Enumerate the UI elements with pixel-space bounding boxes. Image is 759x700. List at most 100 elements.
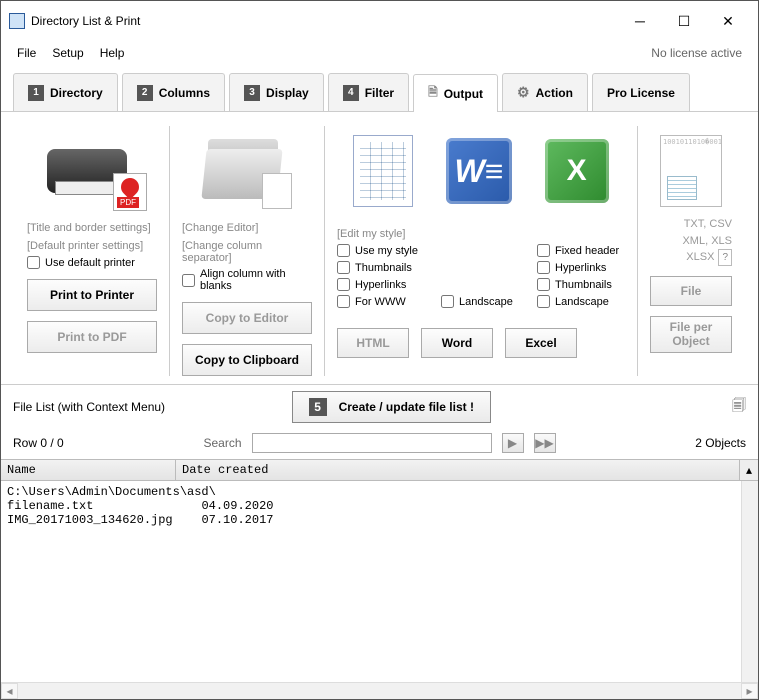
- search-last-button[interactable]: ▶▶: [534, 433, 556, 453]
- tab-label: Directory: [50, 86, 103, 100]
- checkbox[interactable]: [337, 278, 350, 291]
- menu-file[interactable]: File: [9, 43, 44, 63]
- txt-csv-label: TXT, CSV: [682, 216, 732, 233]
- use-default-printer-checkbox[interactable]: Use default printer: [27, 256, 135, 269]
- hyperlinks-checkbox[interactable]: Hyperlinks: [337, 278, 429, 291]
- tab-output[interactable]: 🗎 Output: [413, 74, 498, 112]
- license-status: No license active: [651, 46, 750, 60]
- print-section: [Title and border settings] [Default pri…: [15, 126, 170, 376]
- print-to-printer-button[interactable]: Print to Printer: [27, 279, 157, 311]
- menu-setup[interactable]: Setup: [44, 43, 91, 63]
- file-row[interactable]: filename.txt 04.09.2020: [7, 499, 752, 513]
- tab-number: 1: [28, 85, 44, 101]
- excel-hyperlinks-checkbox[interactable]: Hyperlinks: [537, 261, 625, 274]
- maximize-button[interactable]: ☐: [662, 7, 706, 35]
- checkbox[interactable]: [337, 295, 350, 308]
- checkbox[interactable]: [337, 261, 350, 274]
- folder-icon: [182, 126, 312, 216]
- tab-label: Output: [444, 87, 483, 101]
- export-section: W≡ X [Edit my style] Use my style Thumbn…: [325, 126, 638, 376]
- file-list-label: File List (with Context Menu): [13, 400, 165, 414]
- copy-to-editor-button[interactable]: Copy to Editor: [182, 302, 312, 334]
- checkbox[interactable]: [441, 295, 454, 308]
- column-name[interactable]: Name: [1, 460, 176, 480]
- file-row[interactable]: IMG_20171003_134620.jpg 07.10.2017: [7, 513, 752, 527]
- minimize-button[interactable]: ─: [618, 7, 662, 35]
- excel-button[interactable]: Excel: [505, 328, 577, 358]
- tab-label: Pro License: [607, 86, 675, 100]
- window-title: Directory List & Print: [31, 14, 140, 28]
- checkbox[interactable]: [182, 274, 195, 287]
- landscape-excel-checkbox[interactable]: Landscape: [537, 295, 625, 308]
- file-section: TXT, CSV XML, XLS XLSX? File File per Ob…: [638, 126, 744, 376]
- printer-icon: [27, 126, 157, 216]
- horizontal-scrollbar[interactable]: ◂ ▸: [1, 682, 758, 699]
- export-icons: W≡ X: [337, 126, 625, 216]
- copy-to-clipboard-button[interactable]: Copy to Clipboard: [182, 344, 312, 376]
- gear-icon: ⚙: [517, 84, 530, 101]
- use-my-style-checkbox[interactable]: Use my style: [337, 244, 429, 257]
- html-button[interactable]: HTML: [337, 328, 409, 358]
- tab-number: 3: [244, 85, 260, 101]
- title-settings-link[interactable]: [Title and border settings]: [27, 222, 151, 234]
- print-to-pdf-button[interactable]: Print to PDF: [27, 321, 157, 353]
- edit-style-link[interactable]: [Edit my style]: [337, 228, 429, 240]
- landscape-word-checkbox[interactable]: Landscape: [441, 295, 525, 308]
- object-count: 2 Objects: [695, 436, 746, 450]
- checkbox[interactable]: [537, 295, 550, 308]
- create-update-button[interactable]: 5 Create / update file list !: [292, 391, 491, 423]
- menu-help[interactable]: Help: [92, 43, 133, 63]
- tab-pro-license[interactable]: Pro License: [592, 73, 690, 111]
- thumbnails-checkbox[interactable]: Thumbnails: [337, 261, 429, 274]
- checkbox-label: Align column with blanks: [200, 268, 312, 292]
- button-label: Create / update file list !: [339, 400, 474, 414]
- status-bar: Row 0 / 0 Search ▶ ▶▶ 2 Objects: [1, 429, 758, 459]
- tab-label: Action: [536, 86, 573, 100]
- search-next-button[interactable]: ▶: [502, 433, 524, 453]
- row-counter: Row 0 / 0: [13, 436, 64, 450]
- tab-filter[interactable]: 4 Filter: [328, 73, 409, 111]
- scroll-right-button[interactable]: ▸: [741, 683, 758, 699]
- format-labels: TXT, CSV XML, XLS XLSX?: [682, 216, 732, 266]
- file-list[interactable]: C:\Users\Admin\Documents\asd\ filename.t…: [1, 481, 758, 682]
- checkbox[interactable]: [27, 256, 40, 269]
- tab-label: Filter: [365, 86, 394, 100]
- excel-icon: X: [545, 139, 609, 203]
- tab-directory[interactable]: 1 Directory: [13, 73, 118, 111]
- fixed-header-checkbox[interactable]: Fixed header: [537, 244, 625, 257]
- tab-action[interactable]: ⚙ Action: [502, 73, 588, 111]
- output-panel: [Title and border settings] [Default pri…: [1, 112, 758, 385]
- default-printer-link[interactable]: [Default printer settings]: [27, 240, 143, 252]
- app-icon: [9, 13, 25, 29]
- titlebar: Directory List & Print ─ ☐ ✕: [1, 1, 758, 41]
- document-icon: 🗎: [428, 83, 438, 104]
- tree-view-icon[interactable]: 🗐: [732, 395, 746, 419]
- help-icon[interactable]: ?: [718, 249, 732, 266]
- change-editor-link[interactable]: [Change Editor]: [182, 222, 258, 234]
- tab-display[interactable]: 3 Display: [229, 73, 324, 111]
- column-date[interactable]: Date created: [176, 460, 740, 480]
- checkbox[interactable]: [337, 244, 350, 257]
- word-icon: W≡: [446, 138, 512, 204]
- xlsx-label: XLSX: [686, 251, 714, 263]
- file-per-object-button[interactable]: File per Object: [650, 316, 732, 353]
- tab-label: Columns: [159, 86, 210, 100]
- window-controls: ─ ☐ ✕: [618, 7, 750, 35]
- align-blanks-checkbox[interactable]: Align column with blanks: [182, 268, 312, 292]
- file-button[interactable]: File: [650, 276, 732, 306]
- scroll-up-button[interactable]: ▴: [740, 460, 758, 480]
- checkbox[interactable]: [537, 244, 550, 257]
- excel-thumbnails-checkbox[interactable]: Thumbnails: [537, 278, 625, 291]
- scroll-left-button[interactable]: ◂: [1, 683, 18, 699]
- change-separator-link[interactable]: [Change column separator]: [182, 240, 312, 264]
- checkbox[interactable]: [537, 278, 550, 291]
- tab-columns[interactable]: 2 Columns: [122, 73, 225, 111]
- search-input[interactable]: [252, 433, 492, 453]
- html-icon: [353, 135, 413, 207]
- vertical-scrollbar[interactable]: [741, 481, 758, 682]
- for-www-checkbox[interactable]: For WWW: [337, 295, 429, 308]
- word-button[interactable]: Word: [421, 328, 493, 358]
- midbar: File List (with Context Menu) 5 Create /…: [1, 385, 758, 429]
- close-button[interactable]: ✕: [706, 7, 750, 35]
- checkbox[interactable]: [537, 261, 550, 274]
